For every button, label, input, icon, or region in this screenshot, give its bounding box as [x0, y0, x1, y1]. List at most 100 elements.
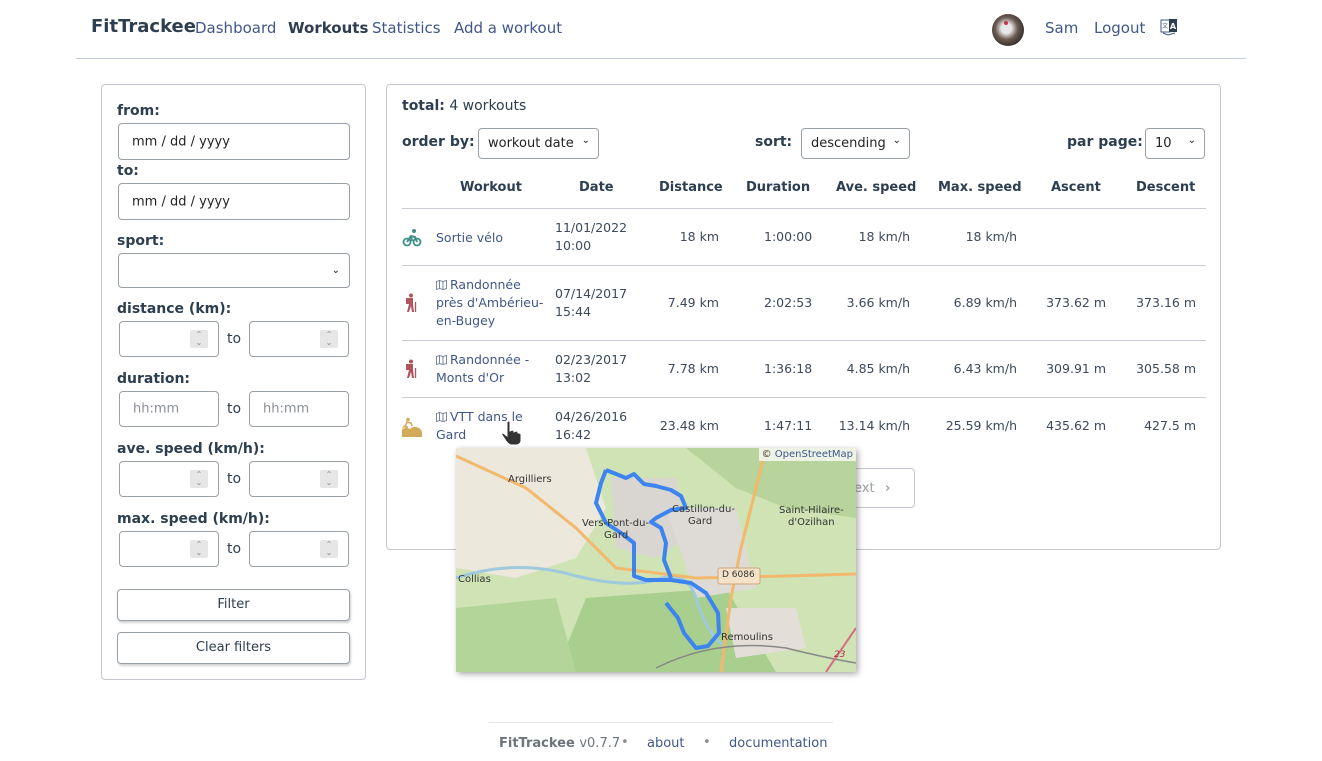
avatar[interactable] [992, 14, 1024, 46]
map-icon [436, 355, 447, 365]
column-header-distance[interactable]: Distance [659, 180, 723, 195]
column-header-duration[interactable]: Duration [746, 180, 810, 195]
map-place-label: Vers-Pont-du- [582, 518, 650, 529]
footer-brand: FitTrackee v0.7.7 [499, 736, 621, 751]
workout-distance: 7.49 km [667, 295, 719, 310]
workout-distance: 23.48 km [659, 418, 719, 433]
sport-label: sport: [117, 233, 165, 249]
workout-distance: 7.78 km [667, 361, 719, 376]
duration-max-placeholder: hh:mm [263, 401, 310, 417]
nav-workouts[interactable]: Workouts [288, 19, 368, 37]
nav-add-workout[interactable]: Add a workout [454, 19, 562, 37]
total-count: total: 4 workouts [402, 98, 526, 114]
per-page-value: 10 [1155, 136, 1172, 151]
ave-speed-min-input[interactable]: ⌃ ⌄ [119, 461, 219, 497]
workout-date: 07/14/2017 15:44 [555, 286, 628, 319]
workout-ave-speed: 4.85 km/h [846, 361, 910, 376]
divider [402, 265, 1206, 266]
chevron-down-icon: ⌄ [331, 264, 340, 276]
sport-select[interactable]: ⌄ [118, 253, 350, 288]
workout-ascent: 435.62 m [1046, 418, 1106, 433]
nav-dashboard[interactable]: Dashboard [195, 19, 276, 37]
ave-speed-max-input[interactable]: ⌃ ⌄ [249, 461, 349, 497]
svg-text:A: A [1170, 22, 1177, 31]
workout-ave-speed: 13.14 km/h [838, 418, 910, 433]
order-by-select[interactable]: workout date ⌄ [478, 128, 599, 159]
workout-date: 11/01/2022 10:00 [555, 220, 628, 253]
to-date-placeholder: mm / dd / yyyy [132, 194, 230, 209]
workout-title-link[interactable]: Sortie vélo [436, 229, 503, 247]
map-icon [436, 412, 447, 422]
workout-ascent: 373.62 m [1046, 295, 1106, 310]
sort-value: descending [811, 136, 886, 151]
column-header-descent[interactable]: Descent [1136, 180, 1195, 195]
sort-select[interactable]: descending ⌄ [801, 128, 910, 159]
nav-statistics[interactable]: Statistics [372, 19, 441, 37]
hand-cursor-icon [501, 420, 522, 446]
duration-min-input[interactable]: hh:mm [119, 391, 219, 427]
workout-map-preview: Argilliers Vers-Pont-du- Gard Castillon-… [456, 448, 856, 672]
column-header-ave-speed[interactable]: Ave. speed [836, 180, 916, 195]
distance-max-input[interactable]: ⌃ ⌄ [249, 321, 349, 357]
chevron-down-icon: ⌄ [892, 135, 901, 146]
chevron-down-icon: ⌄ [1187, 135, 1196, 146]
column-header-date[interactable]: Date [579, 180, 614, 195]
map-place-label: Gard [688, 516, 713, 527]
divider [402, 208, 1206, 209]
spinner-icon[interactable]: ⌃ ⌄ [190, 470, 208, 488]
spinner-icon[interactable]: ⌃ ⌄ [320, 540, 338, 558]
spinner-icon[interactable]: ⌃ ⌄ [320, 470, 338, 488]
spinner-icon[interactable]: ⌃ ⌄ [190, 330, 208, 348]
openstreetmap-link[interactable]: OpenStreetMap [775, 449, 853, 460]
column-header-ascent[interactable]: Ascent [1051, 180, 1101, 195]
max-speed-min-input[interactable]: ⌃ ⌄ [119, 531, 219, 567]
spinner-icon[interactable]: ⌃ ⌄ [190, 540, 208, 558]
app-version: v0.7.7 [579, 736, 621, 751]
sort-label: sort: [755, 134, 793, 150]
hiking-icon [406, 359, 417, 378]
workout-max-speed: 6.89 km/h [953, 295, 1017, 310]
map-road-label: D 6086 [722, 570, 755, 580]
map-attribution: © OpenStreetMap [758, 448, 856, 461]
about-link[interactable]: about [647, 736, 685, 751]
duration-max-input[interactable]: hh:mm [249, 391, 349, 427]
workout-max-speed: 18 km/h [965, 229, 1017, 244]
workout-title-link[interactable]: Randonnée - Monts d'Or [436, 351, 529, 387]
workout-descent: 373.16 m [1136, 295, 1196, 310]
map-place-label: Castillon-du- [672, 504, 735, 515]
brand-logo[interactable]: FitTrackee [91, 16, 196, 37]
per-page-select[interactable]: 10 ⌄ [1145, 128, 1205, 159]
map-place-label: Collias [458, 574, 491, 585]
nav-user-profile[interactable]: Sam [1045, 19, 1078, 37]
max-speed-max-input[interactable]: ⌃ ⌄ [249, 531, 349, 567]
distance-label: distance (km): [117, 301, 232, 317]
order-by-label: order by: [402, 134, 475, 150]
clear-filters-button[interactable]: Clear filters [117, 632, 350, 664]
documentation-link[interactable]: documentation [729, 736, 827, 751]
column-header-workout[interactable]: Workout [460, 180, 522, 195]
map-place-label: Remoulins [721, 632, 773, 643]
from-date-input[interactable]: mm / dd / yyyy [118, 123, 350, 160]
workout-descent: 427.5 m [1144, 418, 1196, 433]
filter-button[interactable]: Filter [117, 589, 350, 621]
map-place-label: Gard [604, 530, 629, 541]
chevron-right-icon: › [885, 481, 891, 496]
workout-distance: 18 km [679, 229, 719, 244]
spinner-icon[interactable]: ⌃ ⌄ [320, 330, 338, 348]
workout-title-link[interactable]: Randonnée près d'Ambérieu-en-Bugey [436, 276, 543, 330]
footer-separator: • [621, 735, 629, 750]
distance-min-input[interactable]: ⌃ ⌄ [119, 321, 219, 357]
map-icon [436, 280, 447, 290]
column-header-max-speed[interactable]: Max. speed [938, 180, 1022, 195]
logout-link[interactable]: Logout [1094, 19, 1145, 37]
next-page-label: ext [854, 481, 875, 496]
map-place-label: Saint-Hilaire- [779, 505, 844, 516]
footer: FitTrackee v0.7.7 • about • documentatio… [489, 722, 833, 761]
mountain-biking-icon [402, 417, 422, 437]
translate-icon[interactable]: A 文 [1160, 18, 1178, 36]
map-place-label: Argilliers [508, 474, 552, 485]
to-date-input[interactable]: mm / dd / yyyy [118, 183, 350, 220]
distance-to-label: to [227, 331, 242, 347]
chevron-down-icon: ⌄ [581, 135, 590, 146]
total-label: total: [402, 98, 445, 114]
